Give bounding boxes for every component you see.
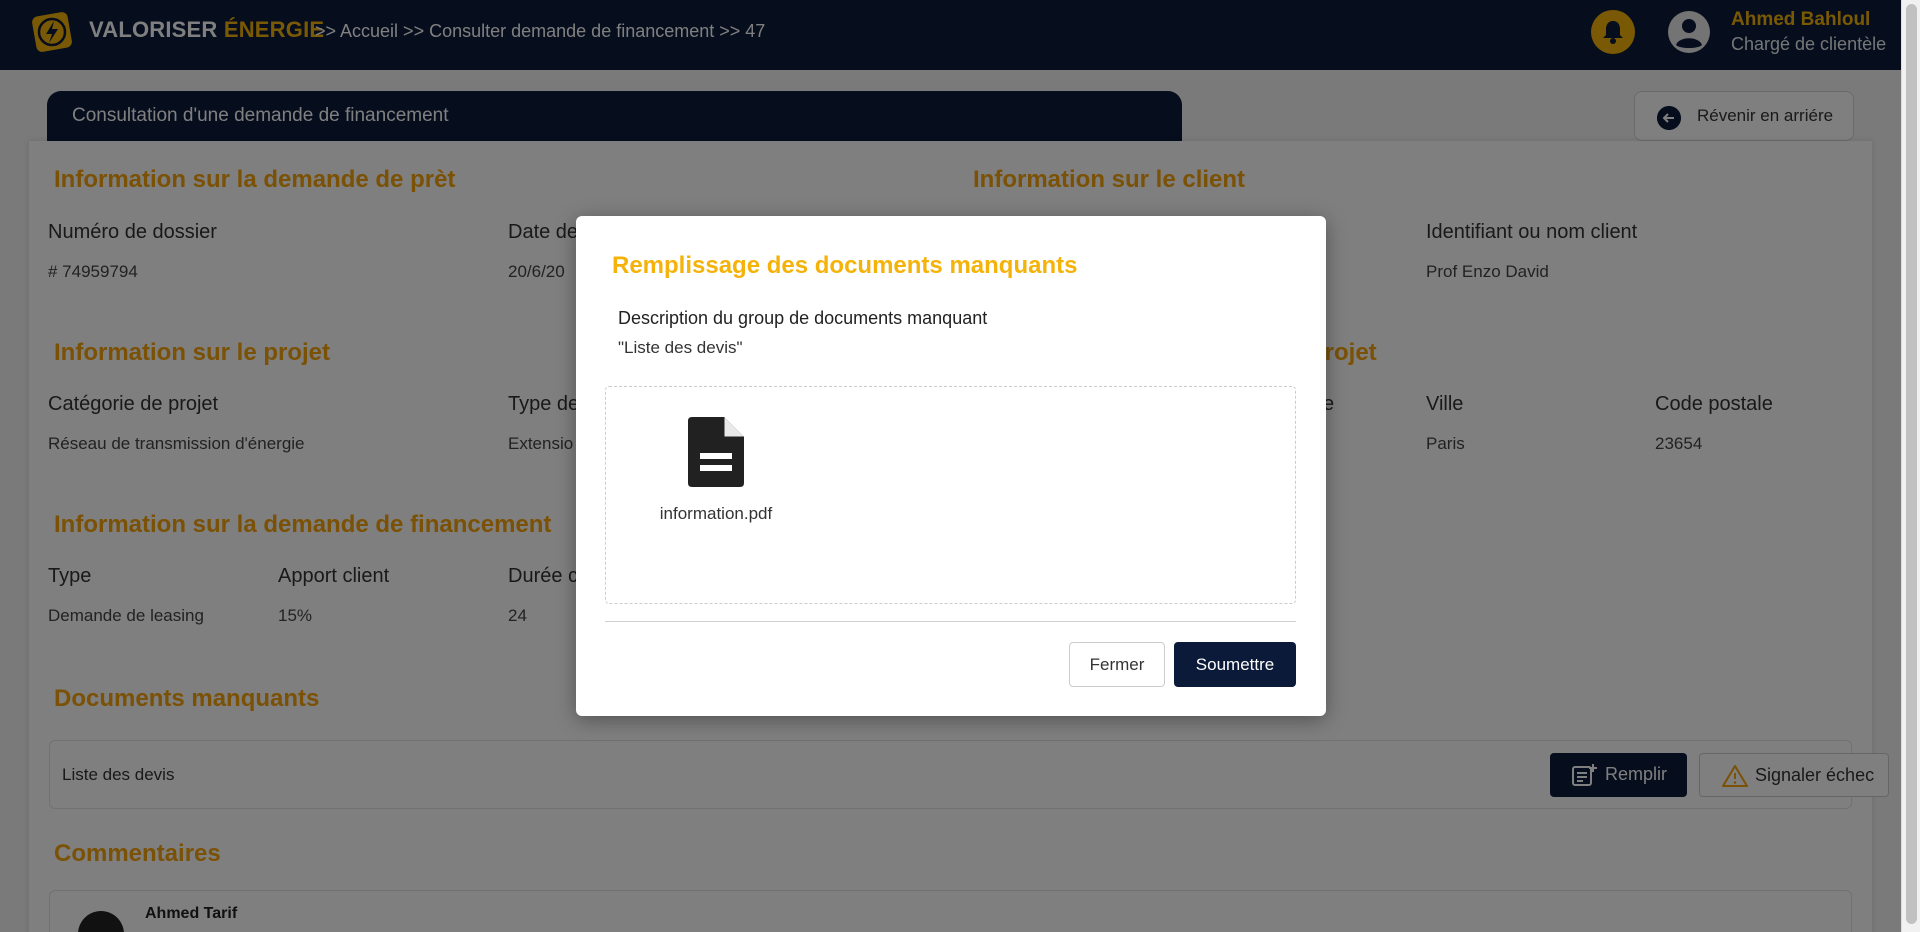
scrollbar-thumb[interactable] <box>1906 4 1917 924</box>
modal-description: Description du group de documents manqua… <box>618 308 988 328</box>
missing-docs-modal: Remplissage des documents manquants Desc… <box>576 216 1326 716</box>
close-button[interactable]: Fermer <box>1069 642 1165 687</box>
submit-button[interactable]: Soumettre <box>1174 642 1296 687</box>
document-icon <box>688 417 744 487</box>
modal-divider <box>605 621 1296 622</box>
uploaded-file[interactable]: information.pdf <box>656 417 776 524</box>
file-name: information.pdf <box>659 504 773 523</box>
page-scrollbar[interactable] <box>1901 0 1920 932</box>
file-dropzone[interactable]: information.pdf <box>605 386 1296 604</box>
modal-group-name: "Liste des devis" <box>618 338 743 357</box>
modal-title: Remplissage des documents manquants <box>612 252 1078 279</box>
